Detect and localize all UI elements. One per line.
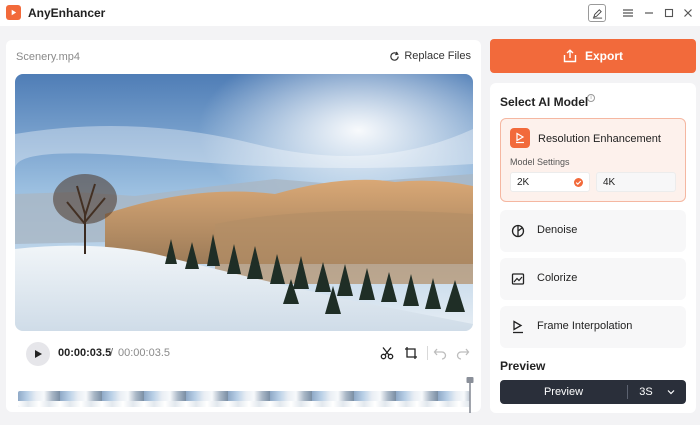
info-icon[interactable]: i [587, 94, 595, 102]
export-label: Export [584, 49, 623, 63]
refresh-icon [390, 51, 400, 61]
resolution-option-4k[interactable]: 4K [596, 172, 676, 192]
app-logo-icon [6, 5, 21, 20]
scissors-icon[interactable] [379, 345, 395, 361]
resolution-option-2k[interactable]: 2K [510, 172, 590, 192]
resolution-option-4k-label: 4K [603, 176, 616, 188]
redo-icon[interactable] [455, 345, 471, 361]
model-card-colorize[interactable]: Colorize [500, 258, 686, 300]
replace-files-button[interactable]: Replace Files [389, 50, 471, 62]
total-time: 00:00:03.5 [118, 347, 170, 359]
ai-model-title: Select AI Model [500, 95, 589, 109]
feedback-edit-icon[interactable] [588, 4, 606, 22]
ai-model-panel: Select AI Model i Resolution Enhancement… [490, 83, 696, 413]
preview-button[interactable]: Preview [500, 380, 627, 404]
resolution-option-2k-label: 2K [517, 176, 530, 188]
minimize-icon[interactable] [642, 4, 656, 22]
preview-bar: Preview 3S [500, 380, 686, 404]
export-icon [563, 49, 577, 63]
timeline-filmstrip[interactable] [18, 391, 470, 407]
current-time: 00:00:03.5 [58, 347, 112, 359]
play-icon [35, 350, 42, 358]
check-icon [574, 178, 583, 187]
replace-files-label: Replace Files [404, 50, 471, 62]
toolbar-divider [427, 346, 428, 360]
denoise-icon [510, 223, 526, 239]
editor-panel: Scenery.mp4 Replace Files 00:00:03.5 / 0… [6, 40, 481, 413]
menu-icon[interactable] [620, 4, 636, 22]
app-title: AnyEnhancer [28, 6, 106, 20]
undo-icon[interactable] [432, 345, 448, 361]
close-icon[interactable] [681, 4, 695, 22]
play-button[interactable] [26, 342, 50, 366]
colorize-icon [510, 271, 526, 287]
model-card-resolution-enhancement[interactable]: Resolution Enhancement Model Settings 2K… [500, 118, 686, 202]
frame-interpolation-icon [510, 319, 526, 335]
preview-duration-select[interactable]: 3S [628, 380, 686, 404]
model-label-resolution-enhancement: Resolution Enhancement [538, 133, 661, 145]
model-label-denoise: Denoise [537, 224, 578, 236]
time-separator: / [110, 347, 114, 359]
maximize-icon[interactable] [662, 4, 676, 22]
model-label-colorize: Colorize [537, 272, 578, 284]
video-preview[interactable] [15, 74, 473, 331]
chevron-down-icon [667, 390, 675, 395]
resolution-enhancement-icon [510, 128, 530, 148]
preview-duration-value: 3S [639, 386, 653, 398]
file-name: Scenery.mp4 [16, 51, 80, 63]
export-button[interactable]: Export [490, 39, 696, 73]
model-card-denoise[interactable]: Denoise [500, 210, 686, 252]
title-bar: AnyEnhancer [0, 0, 700, 26]
model-settings-label: Model Settings [510, 157, 570, 167]
model-card-frame-interpolation[interactable]: Frame Interpolation [500, 306, 686, 348]
preview-section-title: Preview [500, 359, 546, 373]
crop-icon[interactable] [403, 345, 419, 361]
model-label-frame-interpolation: Frame Interpolation [537, 320, 633, 332]
playhead-handle[interactable] [466, 377, 474, 413]
